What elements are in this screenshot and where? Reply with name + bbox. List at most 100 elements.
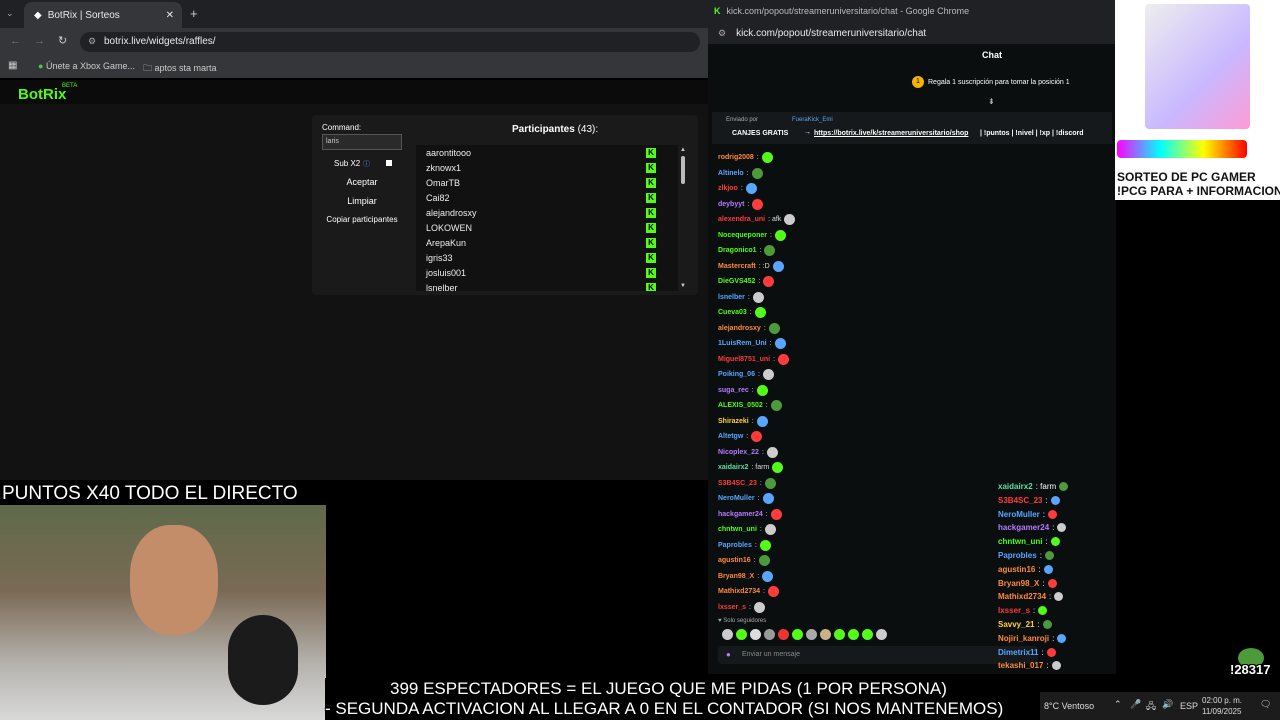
overlay-emote-icon — [1054, 592, 1064, 602]
command-input[interactable]: laris — [322, 134, 402, 150]
botrix-logo[interactable]: BotRix — [18, 86, 66, 103]
chat-username[interactable]: Paprobles — [718, 542, 752, 549]
emote-icon[interactable] — [764, 629, 775, 640]
chat-username[interactable]: alejandrosxy — [718, 325, 761, 332]
pinned-link[interactable]: https://botrix.live/k/streameruniversita… — [814, 130, 968, 137]
pinned-prefix: CANJES GRATIS — [732, 130, 789, 137]
chat-username[interactable]: Dragonico1 — [718, 247, 757, 254]
clear-button[interactable]: Limpiar — [322, 196, 402, 206]
address-field[interactable]: ⚙ botrix.live/widgets/raffles/ — [80, 32, 700, 52]
chat-username[interactable]: Bryan98_X — [718, 573, 754, 580]
chat-username[interactable]: Shirazeki — [718, 418, 749, 425]
weather-text[interactable]: 8°C Ventoso — [1044, 701, 1094, 711]
tab-botrix[interactable]: ◆ BotRix | Sorteos ✕ — [24, 2, 182, 28]
chat-emote-icon — [756, 384, 768, 396]
site-info-icon[interactable]: ⚙ — [88, 36, 96, 47]
chat-username[interactable]: ALEXIS_0502 — [718, 402, 763, 409]
emote-icon[interactable] — [862, 629, 873, 640]
apps-icon[interactable]: ▦ — [8, 60, 17, 71]
chat-emote-icon — [751, 431, 763, 442]
chat-input[interactable]: ● Enviar un mensaje — [718, 646, 1038, 664]
chat-username[interactable]: rodrig2008 — [718, 154, 754, 161]
language-indicator[interactable]: ESP — [1180, 701, 1198, 711]
overlay-chat-text: : — [1046, 661, 1049, 671]
scroll-thumb[interactable] — [681, 156, 685, 184]
emote-icon[interactable] — [792, 629, 803, 640]
participant-name: igris33 — [426, 252, 453, 263]
streamer-face — [130, 525, 218, 635]
chat-username[interactable]: NeroMuller — [718, 495, 755, 502]
participants-count: (43): — [577, 124, 599, 135]
chat-username[interactable]: Miguel8751_uni — [718, 356, 770, 363]
emote-icon[interactable] — [834, 629, 845, 640]
copy-participants-button[interactable]: Copiar participantes — [318, 215, 406, 224]
chat-username[interactable]: deybyyt — [718, 201, 744, 208]
chat-emote-icon — [766, 446, 778, 458]
emote-icon[interactable] — [778, 629, 789, 640]
chat-message: chntwn_uni: — [718, 524, 776, 535]
mic-icon[interactable]: 🎤 — [1130, 699, 1141, 710]
bookmark-folder[interactable]: 🗀 aptos sta marta — [143, 61, 217, 77]
chat-username[interactable]: Altetgw — [718, 433, 743, 440]
chat-emote-icon — [759, 539, 771, 551]
chat-username[interactable]: Altinelo — [718, 170, 744, 177]
chat-username[interactable]: DieGVS452 — [718, 278, 755, 285]
chat-username[interactable]: Nicoplex_22 — [718, 449, 759, 456]
chat-username[interactable]: hackgamer24 — [718, 511, 763, 518]
emote-icon[interactable] — [806, 629, 817, 640]
chat-username[interactable]: Nocequeponer — [718, 232, 767, 239]
chat-emote-icon — [752, 291, 764, 303]
bookmark-xbox[interactable]: ● Únete a Xbox Game... — [38, 61, 135, 71]
emote-icon[interactable] — [750, 629, 761, 640]
chat-text: : — [769, 340, 772, 347]
chat-text: : — [765, 402, 768, 409]
chat-username[interactable]: 1LuisRem_Uni — [718, 340, 767, 347]
tab-search-icon[interactable]: ⌄ — [6, 8, 14, 19]
sub-x2-checkbox[interactable] — [386, 160, 392, 166]
collapse-icon[interactable]: ⇟ — [988, 97, 995, 106]
network-icon[interactable]: 🖧 — [1146, 699, 1156, 715]
chat-username[interactable]: Mastercraft — [718, 263, 756, 270]
chat-message: suga_rec: — [718, 384, 768, 396]
chat-username[interactable]: lxsser_s — [718, 604, 746, 611]
chat-username[interactable]: Poiking_06 — [718, 371, 755, 378]
chevron-up-icon[interactable]: ⌃ — [1114, 699, 1122, 710]
new-tab-icon[interactable]: + — [190, 6, 198, 21]
site-info-icon[interactable]: ⚙ — [718, 28, 726, 39]
back-icon[interactable]: ← — [10, 35, 21, 47]
chat-text: : — [757, 371, 760, 378]
reload-icon[interactable]: ↻ — [58, 34, 67, 47]
emote-icon[interactable] — [876, 629, 887, 640]
chat-username[interactable]: xaidairx2 — [718, 464, 748, 471]
chat-username[interactable]: Cueva03 — [718, 309, 747, 316]
chat-username[interactable]: S3B4SC_23 — [718, 480, 757, 487]
notification-icon[interactable]: 🗨 — [1260, 699, 1271, 710]
volume-icon[interactable]: 🔊 — [1162, 699, 1173, 710]
overlay-chat-text: : — [1049, 592, 1052, 602]
chat-username[interactable]: zlkjoo — [718, 185, 738, 192]
participants-scrollbar[interactable]: ▲ ▼ — [680, 147, 686, 289]
chat-username[interactable]: Mathixd2734 — [718, 588, 760, 595]
close-icon[interactable]: ✕ — [166, 10, 174, 21]
kick-platform-icon: K — [646, 147, 656, 158]
participants-list[interactable]: aarontitooo Kzknowx1 K OmarTB K Cai82 Kalejand… — [416, 145, 678, 291]
scroll-up-icon[interactable]: ▲ — [680, 147, 686, 153]
emote-icon[interactable] — [848, 629, 859, 640]
chat-username[interactable]: alexendra_uni — [718, 216, 765, 223]
emote-icon[interactable] — [722, 629, 733, 640]
accept-button[interactable]: Aceptar — [322, 177, 402, 187]
chat-username[interactable]: suga_rec — [718, 387, 749, 394]
overlay-chat-text: : farm — [1035, 482, 1057, 491]
forward-icon[interactable]: → — [34, 35, 45, 47]
chat-text: : — [746, 169, 749, 177]
chat-username[interactable]: agustin16 — [718, 557, 751, 564]
clock-date[interactable]: 11/09/2025 — [1202, 707, 1241, 716]
chat-username[interactable]: lsnelber — [718, 294, 745, 301]
emote-icon[interactable] — [736, 629, 747, 640]
scroll-down-icon[interactable]: ▼ — [680, 283, 686, 289]
clock-time[interactable]: 02:00 p. m. — [1202, 696, 1242, 705]
gift-banner[interactable]: 1 Regala 1 suscripción para tomar la pos… — [912, 76, 1070, 88]
points-banner: PUNTOS X40 TODO EL DIRECTO — [0, 482, 325, 504]
emote-icon[interactable] — [820, 629, 831, 640]
chat-username[interactable]: chntwn_uni — [718, 526, 757, 533]
